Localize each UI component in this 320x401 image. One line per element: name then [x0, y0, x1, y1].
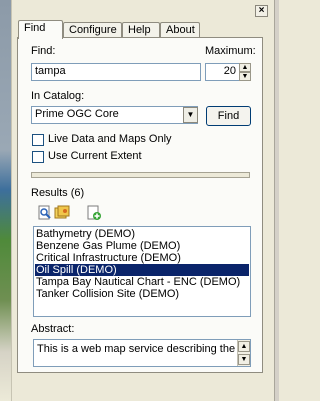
maximum-label: Maximum:	[205, 45, 256, 57]
add-to-map-icon[interactable]	[86, 205, 102, 221]
list-item[interactable]: Tampa Bay Nautical Chart - ENC (DEMO)	[35, 276, 249, 288]
abstract-label: Abstract:	[31, 323, 75, 335]
maximum-input[interactable]: 20	[205, 63, 240, 81]
abstract-scroll-down-icon[interactable]: ▼	[238, 354, 250, 365]
results-list[interactable]: Bathymetry (DEMO) Benzene Gas Plume (DEM…	[33, 226, 251, 317]
list-item[interactable]: Benzene Gas Plume (DEMO)	[35, 240, 249, 252]
tab-configure[interactable]: Configure	[63, 22, 122, 38]
current-extent-label: Use Current Extent	[48, 150, 142, 162]
catalog-label: In Catalog:	[31, 90, 85, 102]
abstract-text[interactable]: This is a web map service describing the	[33, 339, 251, 367]
splitter-bar[interactable]	[31, 172, 250, 178]
find-input[interactable]: tampa	[31, 63, 201, 81]
details-icon[interactable]	[54, 205, 70, 221]
close-button[interactable]: ×	[255, 5, 268, 17]
maximum-down-icon[interactable]: ▼	[239, 72, 251, 81]
list-item[interactable]: Tanker Collision Site (DEMO)	[35, 288, 249, 300]
maximum-up-icon[interactable]: ▲	[239, 63, 251, 72]
tab-help[interactable]: Help	[122, 22, 160, 38]
chevron-down-icon[interactable]: ▼	[183, 107, 198, 123]
catalog-select[interactable]: Prime OGC Core	[31, 106, 198, 124]
results-label: Results (6)	[31, 187, 85, 199]
find-label: Find:	[31, 45, 56, 57]
live-data-checkbox[interactable]	[32, 134, 44, 146]
live-data-label: Live Data and Maps Only	[48, 133, 172, 145]
list-item[interactable]: Critical Infrastructure (DEMO)	[35, 252, 249, 264]
abstract-scroll-up-icon[interactable]: ▲	[238, 341, 250, 352]
list-item[interactable]: Bathymetry (DEMO)	[35, 228, 249, 240]
map-desktop-strip	[0, 0, 11, 401]
window-edge	[274, 0, 279, 401]
zoom-to-icon[interactable]	[37, 205, 53, 221]
tab-about[interactable]: About	[160, 22, 200, 38]
find-button[interactable]: Find	[206, 106, 251, 126]
list-item[interactable]: Oil Spill (DEMO)	[35, 264, 249, 276]
current-extent-checkbox[interactable]	[32, 151, 44, 163]
tab-find[interactable]: Find	[18, 20, 63, 39]
